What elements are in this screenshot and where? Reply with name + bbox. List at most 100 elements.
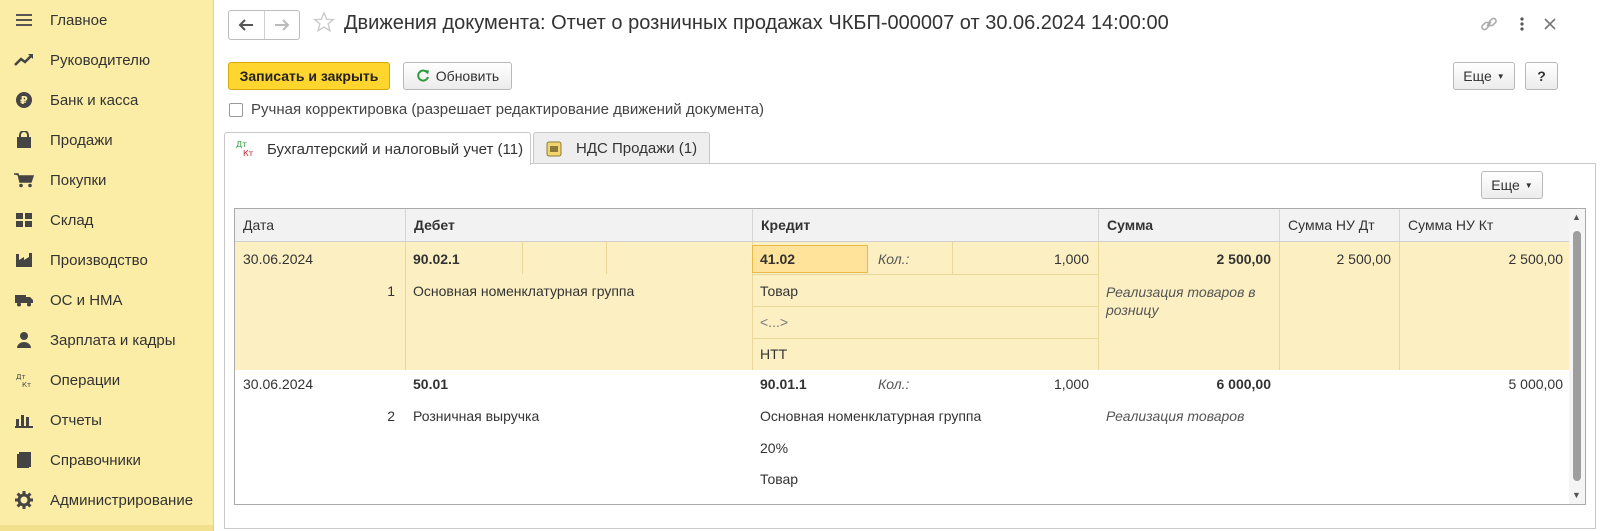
- tab-vat-sales[interactable]: НДС Продажи (1): [533, 132, 710, 164]
- more-vertical-icon[interactable]: [1512, 14, 1532, 34]
- col-header-credit[interactable]: Кредит: [752, 209, 1098, 242]
- svg-text:Дт: Дт: [16, 373, 26, 381]
- cell-credit-subconto: Основная номенклатурная группа: [760, 408, 982, 424]
- scrollbar-thumb[interactable]: [1573, 231, 1581, 481]
- truck-icon: [14, 290, 34, 310]
- ruble-icon: ₽: [14, 90, 34, 110]
- cell-line-number: 1: [387, 283, 395, 299]
- svg-text:Кт: Кт: [243, 149, 254, 158]
- cell-debit-subconto: Основная номенклатурная группа: [413, 283, 635, 299]
- cell-credit-subconto: <...>: [760, 314, 789, 330]
- cell-amount: 2 500,00: [1216, 251, 1272, 267]
- cell-nu-kt: 2 500,00: [1508, 251, 1564, 267]
- row-divider: [1098, 242, 1099, 370]
- link-icon[interactable]: [1479, 14, 1499, 34]
- cell-credit-subconto: 20%: [760, 440, 789, 456]
- col-header-amount[interactable]: Сумма: [1098, 209, 1279, 242]
- save-and-close-button[interactable]: Записать и закрыть: [228, 62, 390, 90]
- panel-more-button[interactable]: Еще ▼: [1481, 171, 1543, 199]
- dropdown-arrow-icon: ▼: [1496, 71, 1505, 81]
- book-icon: [14, 450, 34, 470]
- cell-credit-subconto: Товар: [760, 283, 799, 299]
- back-button[interactable]: [229, 11, 264, 39]
- refresh-label: Обновить: [435, 68, 500, 84]
- cell-qty-label: Кол.:: [878, 251, 910, 267]
- row-divider: [1279, 242, 1280, 370]
- cell-debit-account: 50.01: [413, 376, 449, 392]
- cell-qty-label: Кол.:: [878, 376, 910, 392]
- manual-edit-row[interactable]: Ручная корректировка (разрешает редактир…: [229, 101, 764, 118]
- cell-qty: 1,000: [1053, 376, 1089, 392]
- register-icon: [546, 141, 562, 157]
- sidebar-bottom-edge: [0, 525, 213, 531]
- dt-kt-icon: Дт Кт: [235, 138, 257, 160]
- tab-label: НДС Продажи (1): [576, 140, 698, 157]
- refresh-button[interactable]: Обновить: [403, 62, 512, 90]
- row-divider: [752, 274, 1098, 275]
- scroll-up-icon[interactable]: ▲: [1572, 212, 1581, 222]
- factory-icon: [14, 250, 34, 270]
- dt-kt-icon: Дт Кт: [14, 370, 34, 390]
- cell-debit-subconto: Розничная выручка: [413, 408, 540, 424]
- gear-icon: [14, 490, 34, 510]
- row-divider: [405, 242, 406, 370]
- cell-content: Реализация товаров в розницу: [1106, 284, 1256, 318]
- sidebar-item-salary[interactable]: Зарплата и кадры: [0, 320, 213, 360]
- sidebar-item-purchases[interactable]: Покупки: [0, 160, 213, 200]
- manual-edit-checkbox[interactable]: [229, 102, 243, 117]
- more-label: Еще: [1491, 177, 1520, 193]
- svg-text:Кт: Кт: [22, 381, 31, 389]
- sidebar-item-director[interactable]: Руководителю: [0, 40, 213, 80]
- dropdown-arrow-icon: ▼: [1524, 180, 1533, 190]
- cell-date: 30.06.2024: [243, 376, 314, 392]
- sidebar-item-main[interactable]: Главное: [0, 0, 213, 40]
- sidebar-item-fixed-assets[interactable]: ОС и НМА: [0, 280, 213, 320]
- scroll-down-icon[interactable]: ▼: [1572, 490, 1581, 500]
- hamburger-icon: [14, 10, 34, 30]
- more-label: Еще: [1463, 68, 1492, 84]
- favorite-star-icon[interactable]: [313, 11, 335, 36]
- table-scrollbar[interactable]: ▲ ▼: [1569, 209, 1585, 504]
- page-title: Движения документа: Отчет о розничных пр…: [344, 12, 1169, 34]
- manual-edit-label: Ручная корректировка (разрешает редактир…: [251, 101, 764, 118]
- col-header-date[interactable]: Дата: [235, 209, 405, 242]
- bag-icon: [14, 130, 34, 150]
- cart-icon: [14, 170, 34, 190]
- sidebar-item-label: Банк и касса: [50, 91, 139, 109]
- cell-nu-dt: 2 500,00: [1336, 251, 1392, 267]
- sidebar-item-label: Справочники: [50, 451, 141, 469]
- sidebar-item-operations[interactable]: Дт Кт Операции: [0, 360, 213, 400]
- person-icon: [14, 330, 34, 350]
- col-header-nu-dt[interactable]: Сумма НУ Дт: [1279, 209, 1399, 242]
- more-button[interactable]: Еще ▼: [1453, 62, 1515, 90]
- cell-debit-account: 90.02.1: [413, 251, 460, 267]
- cell-content: Реализация товаров: [1106, 408, 1245, 424]
- sidebar-item-catalogs[interactable]: Справочники: [0, 440, 213, 480]
- cell-credit-account[interactable]: 41.02: [760, 251, 795, 267]
- sidebar-item-label: Руководителю: [50, 51, 151, 69]
- sidebar-item-bank[interactable]: ₽ Банк и касса: [0, 80, 213, 120]
- sidebar: Главное Руководителю ₽ Банк и касса Прод…: [0, 0, 214, 531]
- row-divider: [606, 242, 607, 274]
- sidebar-item-production[interactable]: Производство: [0, 240, 213, 280]
- col-header-nu-kt[interactable]: Сумма НУ Кт: [1399, 209, 1572, 242]
- refresh-icon: [417, 69, 429, 82]
- forward-button[interactable]: [263, 11, 300, 39]
- help-button[interactable]: ?: [1525, 62, 1558, 90]
- arrow-left-icon: [238, 19, 254, 31]
- sidebar-item-sales[interactable]: Продажи: [0, 120, 213, 160]
- sidebar-item-label: Склад: [50, 211, 94, 229]
- sidebar-item-admin[interactable]: Администрирование: [0, 480, 213, 520]
- arrow-right-icon: [274, 19, 290, 31]
- close-icon[interactable]: [1540, 14, 1560, 34]
- cell-line-number: 2: [387, 408, 395, 424]
- cell-credit-subconto: НТТ: [760, 346, 788, 362]
- tab-label: Бухгалтерский и налоговый учет (11): [267, 140, 524, 158]
- col-header-debit[interactable]: Дебет: [405, 209, 752, 242]
- sidebar-item-warehouse[interactable]: Склад: [0, 200, 213, 240]
- row-divider: [522, 242, 523, 274]
- bar-chart-icon: [14, 410, 34, 430]
- cell-credit-account: 90.01.1: [760, 376, 807, 392]
- tab-accounting[interactable]: Дт Кт Бухгалтерский и налоговый учет (11): [224, 132, 531, 165]
- sidebar-item-reports[interactable]: Отчеты: [0, 400, 213, 440]
